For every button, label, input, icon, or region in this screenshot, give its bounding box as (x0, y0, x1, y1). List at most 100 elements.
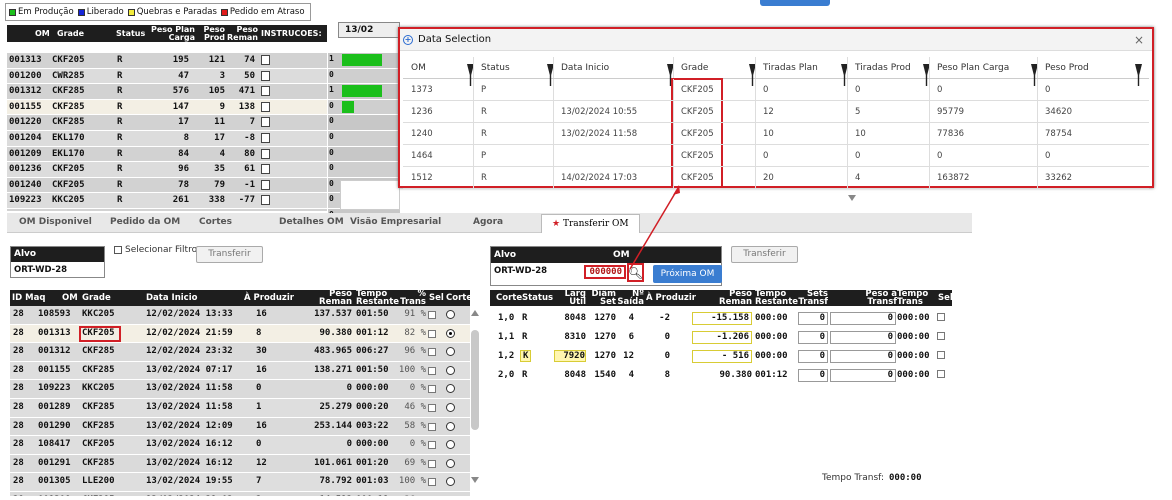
cut-row[interactable]: 2,0 R 8048 1540 4 8 90.380 001:12 0 0 000:00 (490, 367, 952, 385)
tab-agora[interactable]: Agora (473, 217, 503, 227)
tab-visao-empresarial[interactable]: Visão Empresarial (350, 217, 441, 227)
instructions-icon[interactable] (261, 132, 270, 143)
corte-radio[interactable] (446, 440, 455, 450)
instructions-icon[interactable] (261, 117, 270, 128)
machine-om-row[interactable]: 28 001305 LLE200 13/02/2024 19:55 7 78.792 001… (10, 473, 470, 492)
om-row[interactable]: 001155 CKF285 R 147 9 138 (7, 99, 327, 116)
scroll-up-icon[interactable] (471, 310, 479, 316)
sel-checkbox[interactable] (428, 441, 436, 450)
scroll-down-icon[interactable] (848, 195, 856, 201)
dialog-col-header[interactable]: Data Inicio (561, 57, 609, 79)
instructions-icon[interactable] (261, 101, 270, 112)
sel-checkbox[interactable] (937, 313, 945, 321)
om-row[interactable]: 001209 EKL170 R 84 4 80 (7, 146, 327, 163)
om-row[interactable]: 001236 CKF205 R 96 35 61 (7, 162, 327, 178)
close-icon[interactable]: × (1134, 29, 1144, 51)
dialog-col-header[interactable]: Grade (681, 57, 708, 79)
corte-radio[interactable] (446, 477, 455, 487)
corte-radio[interactable] (446, 384, 455, 394)
corte-radio[interactable] (446, 347, 455, 357)
sel-checkbox[interactable] (937, 351, 945, 359)
dialog-row[interactable]: 1373 P CKF205 0 0 0 0 (403, 79, 1149, 101)
machine-om-row[interactable]: 28 001290 CKF285 13/02/2024 12:09 16 253.144 0… (10, 417, 470, 437)
om-row[interactable]: 001313 CKF205 R 195 121 74 (7, 53, 327, 69)
instructions-icon[interactable] (261, 148, 270, 159)
id-maq: 28 (13, 476, 24, 487)
sel-checkbox[interactable] (428, 459, 436, 468)
sel-checkbox[interactable] (428, 385, 436, 394)
om-row[interactable]: 109223 KKC205 R 261 338 -77 (7, 193, 327, 209)
right-transfer-button[interactable]: Transferir (731, 246, 798, 263)
instructions-icon[interactable] (261, 164, 270, 175)
sets-transf-input[interactable]: 0 (798, 331, 828, 344)
instructions-icon[interactable] (261, 195, 270, 206)
sel-checkbox[interactable] (428, 422, 436, 431)
corte-radio[interactable] (446, 458, 455, 468)
peso-transf-input[interactable]: 0 (830, 312, 896, 325)
om-row[interactable]: 001200 CWR285 R 47 3 50 (7, 68, 327, 85)
scroll-down-icon[interactable] (471, 477, 479, 483)
sel-checkbox[interactable] (428, 329, 436, 338)
sets-transf-input[interactable]: 0 (798, 312, 828, 325)
machine-om-row[interactable]: 28 001312 CKF285 12/02/2024 23:32 30 483.965 0… (10, 343, 470, 362)
dialog-row[interactable]: 1240 R 13/02/2024 11:58 CKF205 10 10 77836 7875… (403, 123, 1149, 145)
sel-checkbox[interactable] (428, 311, 436, 319)
corte-radio[interactable] (446, 328, 455, 338)
sets-transf-input[interactable]: 0 (798, 369, 828, 382)
om-row[interactable]: 001204 EKL170 R 8 17 -8 (7, 130, 327, 147)
filter-checkbox[interactable] (114, 246, 122, 254)
modify-button[interactable] (760, 0, 830, 6)
tab-detalhes-om[interactable]: Detalhes OM (279, 217, 344, 227)
dialog-row[interactable]: 1512 R 14/02/2024 17:03 CKF205 20 4 163872 3326… (403, 167, 1149, 189)
select-filter[interactable]: Selecionar Filtro (114, 245, 197, 255)
sets-transf-input[interactable]: 0 (798, 350, 828, 363)
machine-om-row[interactable]: 28 109223 KKC205 13/02/2024 11:58 0 0 000:00 0 … (10, 380, 470, 399)
corte-radio[interactable] (446, 310, 455, 319)
machine-om-row[interactable]: 28 108417 CKF205 13/02/2024 16:12 0 0 000:00 0 … (10, 436, 470, 455)
grade: CKF285 (82, 346, 115, 357)
instructions-icon[interactable] (261, 70, 270, 81)
sel-checkbox[interactable] (428, 403, 436, 412)
sel-checkbox[interactable] (937, 332, 945, 340)
corte-radio[interactable] (446, 421, 455, 431)
machine-om-row[interactable]: 28 001155 CKF285 13/02/2024 07:17 16 138.271 0… (10, 361, 470, 381)
dialog-col-header[interactable]: Peso Plan Carga (937, 57, 1009, 79)
cut-row[interactable]: 1,2 K 7920 1270 12 0- 516 000:00 0 0 000:00 (490, 348, 952, 366)
dialog-col-header[interactable]: Status (481, 57, 510, 79)
tab-cortes[interactable]: Cortes (199, 217, 232, 227)
peso-transf-input[interactable]: 0 (830, 331, 896, 344)
tab-om-disponivel[interactable]: OM Disponivel (19, 217, 92, 227)
om-row[interactable]: 001312 CKF285 R 576 105 471 (7, 84, 327, 100)
machine-om-row[interactable]: 28 001289 CKF285 13/02/2024 11:58 1 25.279 000… (10, 398, 470, 418)
dialog-col-header[interactable]: Tiradas Plan (763, 57, 818, 79)
machine-om-row[interactable]: 28 108593 KKC205 12/02/2024 13:33 16 137.537 0… (10, 306, 470, 325)
cut-row[interactable]: 1,0 R 8048 1270 4 -2 -15.158 000:00 0 0 000:00 (490, 310, 952, 328)
sel-checkbox[interactable] (937, 370, 945, 378)
instructions-icon[interactable] (261, 179, 270, 190)
peso-transf-input[interactable]: 0 (830, 369, 896, 382)
scroll-thumb[interactable] (471, 330, 479, 430)
dialog-col-header[interactable]: Tiradas Prod (855, 57, 911, 79)
sel-checkbox[interactable] (428, 348, 436, 357)
dialog-col-header[interactable]: Peso Prod (1045, 57, 1089, 79)
instructions-icon[interactable] (261, 86, 270, 97)
machine-om-scrollbar[interactable] (470, 310, 480, 490)
machine-om-row[interactable]: 28 001291 CKF285 13/02/2024 16:12 12 101.061 0… (10, 454, 470, 474)
machine-om-row[interactable]: 28 001308 CKF285 13/02/2024 21:02 2 14.512 000… (10, 491, 470, 496)
tab-pedido-da-om[interactable]: Pedido da OM (110, 217, 180, 227)
dialog-row[interactable]: 1464 P CKF205 0 0 0 0 (403, 145, 1149, 167)
dialog-col-header[interactable]: OM (411, 57, 426, 79)
sel-checkbox[interactable] (428, 478, 436, 487)
corte-radio[interactable] (446, 402, 455, 412)
cut-row[interactable]: 1,1 R 8310 1270 6 0 -1.206 000:00 0 0 000:00 (490, 329, 952, 347)
om-row[interactable]: 001240 CKF205 R 78 79 -1 (7, 177, 327, 194)
peso-transf-input[interactable]: 0 (830, 350, 896, 363)
om-row[interactable]: 001220 CKF285 R 17 11 7 (7, 115, 327, 131)
instructions-icon[interactable] (261, 55, 270, 65)
dialog-row[interactable]: 1236 R 13/02/2024 10:55 CKF205 12 5 95779 34620 (403, 101, 1149, 123)
column-divider (929, 145, 930, 166)
sel-checkbox[interactable] (428, 366, 436, 375)
om-row[interactable]: 001289CKF285R705515 (7, 208, 327, 211)
corte-radio[interactable] (446, 365, 455, 375)
left-transfer-button[interactable]: Transferir (196, 246, 263, 263)
